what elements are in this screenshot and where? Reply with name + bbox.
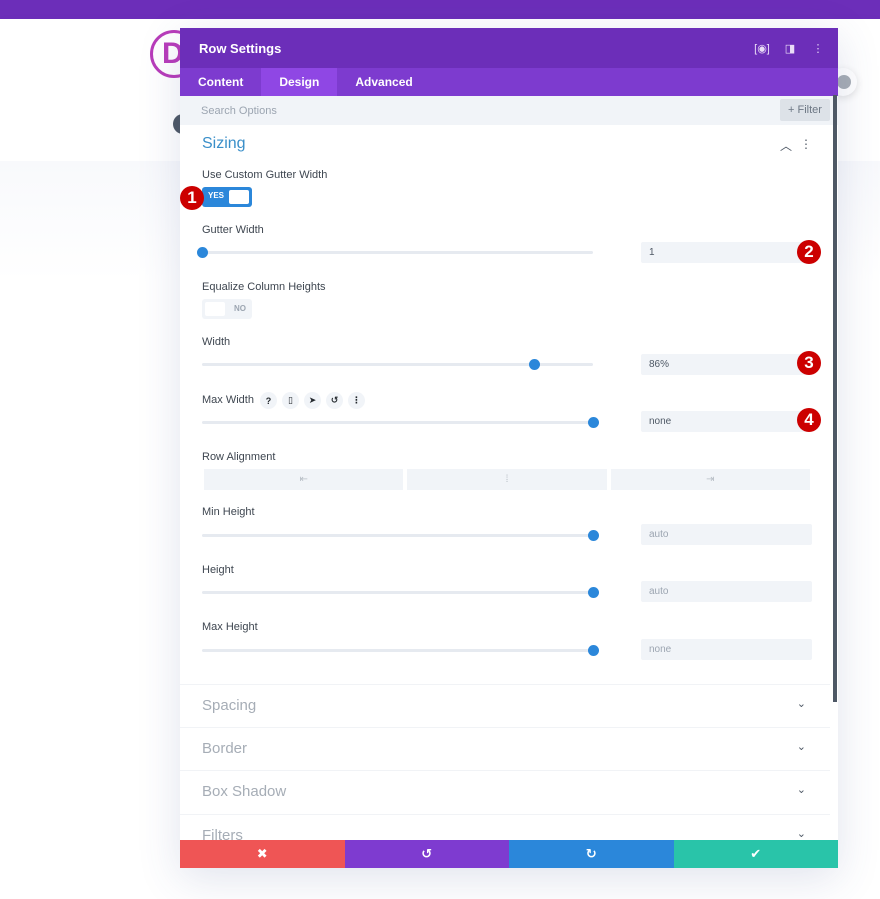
row-settings-modal: Row Settings [◉] ◨ ⋮ Content Design Adva…: [180, 28, 838, 868]
save-button[interactable]: ✔: [673, 840, 838, 868]
mobile-icon[interactable]: ▯: [282, 392, 299, 409]
step-badge: 2: [797, 240, 821, 264]
split-view-icon[interactable]: ◨: [776, 34, 804, 62]
chevron-down-icon: ⌄: [796, 741, 806, 753]
field-label: Max Width: [202, 394, 254, 406]
scrollbar[interactable]: [833, 95, 837, 702]
modal-title: Row Settings: [199, 40, 282, 56]
height-slider[interactable]: [202, 587, 599, 598]
left-align-icon[interactable]: ⇤: [204, 469, 404, 490]
equalize-heights-toggle[interactable]: NO: [202, 299, 252, 319]
search-input[interactable]: Search Options: [201, 105, 838, 117]
step-badge: 4: [797, 408, 821, 432]
toggle-state: NO: [234, 304, 246, 313]
gutter-width-input[interactable]: 1: [641, 242, 812, 263]
modal-header: Row Settings [◉] ◨ ⋮: [180, 28, 838, 68]
filter-button[interactable]: + Filter: [780, 99, 830, 121]
section-title: Sizing: [202, 135, 246, 152]
chevron-down-icon: ⌄: [796, 828, 806, 840]
slider-thumb[interactable]: [197, 247, 208, 258]
field-label: Max Height: [202, 621, 258, 633]
cursor-icon[interactable]: ➤: [304, 392, 321, 409]
gutter-width-slider[interactable]: [197, 247, 593, 258]
fullscreen-icon[interactable]: [◉]: [748, 34, 776, 62]
slider-thumb[interactable]: [588, 530, 599, 541]
right-align-icon[interactable]: ⇥: [610, 469, 810, 490]
help-icon[interactable]: ?: [260, 392, 277, 409]
redo-icon: ↻: [585, 846, 597, 861]
more-options-icon[interactable]: ⋮: [800, 137, 812, 154]
slider-thumb[interactable]: [588, 417, 599, 428]
close-icon: ✖: [256, 846, 268, 861]
chevron-down-icon: ⌄: [796, 698, 806, 710]
section-spacing[interactable]: Spacing ⌄: [180, 684, 830, 727]
section-sizing-header[interactable]: Sizing ︿ ⋮: [202, 135, 812, 159]
settings-icon: [837, 75, 851, 89]
reset-icon[interactable]: ↺: [326, 392, 343, 409]
more-options-icon[interactable]: ⋮: [348, 392, 365, 409]
slider-thumb[interactable]: [529, 359, 541, 370]
max-height-input[interactable]: none: [641, 639, 812, 660]
field-label: Min Height: [202, 506, 255, 518]
max-width-input[interactable]: none: [641, 411, 812, 432]
section-border[interactable]: Border ⌄: [180, 727, 830, 770]
center-align-icon[interactable]: ⁞: [407, 469, 607, 490]
section-title: Box Shadow: [202, 783, 287, 800]
cancel-button[interactable]: ✖: [180, 840, 345, 868]
field-label: Height: [202, 564, 234, 576]
chevron-down-icon: ⌄: [796, 784, 806, 796]
step-badge: 3: [797, 351, 821, 375]
min-height-slider[interactable]: [202, 530, 599, 541]
section-box-shadow[interactable]: Box Shadow ⌄: [180, 770, 830, 813]
section-title: Spacing: [202, 697, 257, 714]
row-alignment-group: ⇤ ⁞ ⇥: [204, 469, 810, 490]
slider-thumb[interactable]: [588, 587, 599, 598]
section-title: Border: [202, 740, 248, 757]
width-input[interactable]: 86%: [641, 354, 812, 375]
max-width-slider[interactable]: [202, 417, 599, 428]
modal-footer: ✖ ↺ ↻ ✔: [180, 840, 838, 868]
field-label: Width: [202, 336, 231, 348]
redo-button[interactable]: ↻: [509, 840, 674, 868]
chevron-up-icon[interactable]: ︿: [780, 137, 792, 154]
custom-gutter-toggle[interactable]: YES: [202, 187, 252, 207]
step-badge: 1: [180, 186, 204, 210]
field-label: Row Alignment: [202, 451, 276, 463]
min-height-input[interactable]: auto: [641, 524, 812, 545]
width-slider[interactable]: [202, 359, 593, 370]
check-icon: ✔: [750, 846, 762, 861]
builder-top-bar: [0, 0, 880, 19]
search-bar: Search Options + Filter: [180, 96, 838, 125]
field-label: Use Custom Gutter Width: [202, 169, 328, 181]
tab-advanced[interactable]: Advanced: [337, 68, 430, 96]
field-label: Equalize Column Heights: [202, 281, 326, 293]
toggle-knob: [205, 302, 225, 316]
more-options-icon[interactable]: ⋮: [804, 34, 832, 62]
toggle-state: YES: [208, 191, 225, 200]
undo-button[interactable]: ↺: [344, 840, 509, 868]
toggle-knob: [229, 190, 249, 204]
modal-tabs: Content Design Advanced: [180, 68, 838, 96]
height-input[interactable]: auto: [641, 581, 812, 602]
field-label: Gutter Width: [202, 224, 264, 236]
tab-content[interactable]: Content: [180, 68, 261, 96]
tab-design[interactable]: Design: [261, 68, 338, 96]
slider-thumb[interactable]: [588, 645, 599, 656]
max-height-slider[interactable]: [202, 645, 599, 656]
undo-icon: ↺: [421, 846, 433, 861]
